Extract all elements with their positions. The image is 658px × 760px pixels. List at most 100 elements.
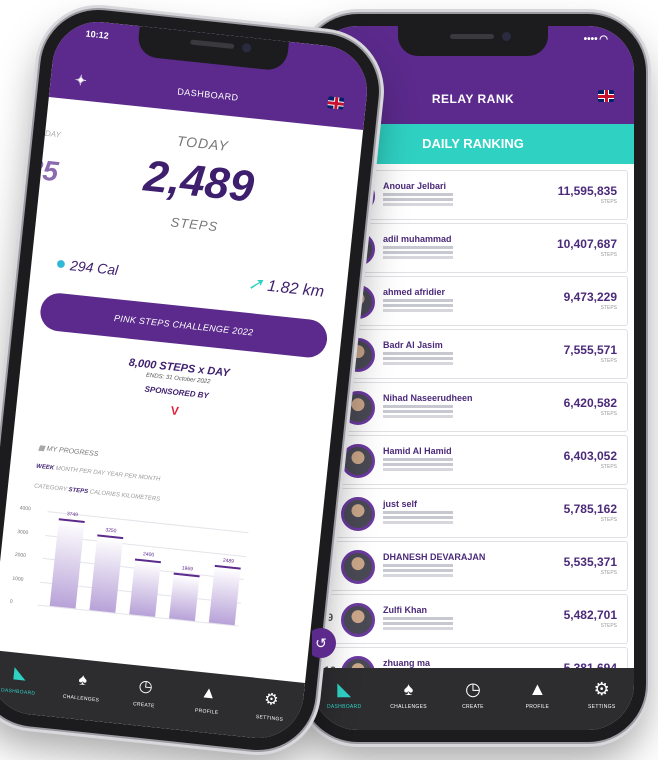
steps-unit: STEPS xyxy=(600,464,617,470)
tab-create[interactable]: ◷ CREATE xyxy=(446,678,500,710)
tab-label: CREATE xyxy=(132,701,155,710)
page-title: DASHBOARD xyxy=(176,86,240,103)
participant-steps: 5,785,162 xyxy=(563,502,617,516)
flame-icon: ● xyxy=(54,252,68,274)
participant-meta xyxy=(383,511,453,514)
tab-label: CREATE xyxy=(462,704,484,710)
share-icon: ↺ xyxy=(315,635,327,651)
tab-label: DASHBOARD xyxy=(0,687,36,697)
tab-label: DASHBOARD xyxy=(327,704,362,710)
avatar[interactable] xyxy=(341,444,375,478)
steps-unit: STEPS xyxy=(600,517,617,523)
list-item[interactable]: 8 DHANESH DEVARAJAN 5,535,371 STEPS xyxy=(318,541,628,591)
gear-icon: ⚙ xyxy=(593,679,610,699)
shoe-icon: ◣ xyxy=(337,679,352,699)
user-icon: ▲ xyxy=(199,684,218,703)
distance-unit: km xyxy=(301,281,325,301)
category-options[interactable]: CALORIES KILOMETERS xyxy=(89,489,160,502)
participant-steps: 6,420,582 xyxy=(563,396,617,410)
steps-unit: STEPS xyxy=(600,623,617,629)
participant-name: DHANESH DEVARAJAN xyxy=(383,552,486,562)
sponsor-logo: V xyxy=(170,403,180,419)
tab-profile[interactable]: ▲ PROFILE xyxy=(182,681,233,736)
tab-dashboard[interactable]: ◣ DASHBOARD xyxy=(317,678,371,710)
list-item[interactable]: 7just self5,785,162STEPS xyxy=(318,488,628,538)
tab-label: SETTINGS xyxy=(255,713,284,723)
tab-settings[interactable]: ⚙ SETTINGS xyxy=(575,678,629,710)
y-tick-label: 2000 xyxy=(14,551,27,560)
participant-name: Zulfi Khan xyxy=(383,605,427,615)
trophy-icon: ♠ xyxy=(77,671,88,690)
bottom-tab-bar: ◣ DASHBOARD ♠ CHALLENGES ◷ CREATE ▲ PROFILE ⚙ SET… xyxy=(312,668,634,730)
gear-icon: ⚙ xyxy=(263,690,280,710)
calories-stat: ● 294 Cal xyxy=(54,253,119,280)
participant-meta xyxy=(383,246,453,249)
tab-label: CHALLENGES xyxy=(62,693,100,704)
category-selector[interactable]: CATEGORY STEPS CALORIES KILOMETERS xyxy=(34,484,161,503)
tab-label: PROFILE xyxy=(194,707,219,717)
period-week[interactable]: WEEK xyxy=(36,464,55,472)
tab-settings[interactable]: ⚙ SETTINGS xyxy=(244,687,295,742)
participant-steps: 10,407,687 xyxy=(556,237,617,251)
calories-value: 294 xyxy=(69,257,95,276)
participant-steps: 5,482,701 xyxy=(563,608,617,622)
challenge-button[interactable]: PINK STEPS CHALLENGE 2022 xyxy=(38,291,329,360)
participant-meta xyxy=(383,299,453,302)
runner-icon: ➚ xyxy=(247,272,265,295)
participant-name: adil muhammad xyxy=(383,234,452,244)
list-item[interactable]: 6Hamid Al Hamid6,403,052STEPS xyxy=(318,435,628,485)
list-item[interactable]: 9 Zulfi Khan 5,482,701 STEPS xyxy=(318,594,628,644)
steps-unit: STEPS xyxy=(600,570,617,576)
progress-chart: 4000 3000 2000 1000 0 3749 3250 2400 1969 2489 xyxy=(9,502,249,635)
period-selector[interactable]: WEEK MONTH PER DAY YEAR PER MONTH xyxy=(36,464,161,483)
calories-unit: Cal xyxy=(96,259,120,279)
steps-unit: STEPS xyxy=(600,199,617,205)
bottom-tab-bar: ◣ DASHBOARD ♠ CHALLENGES ◷ CREATE ▲ PROFILE ⚙ SET… xyxy=(0,649,306,743)
list-item[interactable]: Nihad Naseerudheen 6,420,582 STEPS xyxy=(318,382,628,432)
category-steps[interactable]: STEPS xyxy=(68,487,88,495)
status-icons: •••• ◠ xyxy=(583,34,608,45)
steps-unit: STEPS xyxy=(600,358,617,364)
category-prefix: CATEGORY xyxy=(33,483,68,493)
trophy-icon: ♠ xyxy=(403,679,414,699)
participant-meta xyxy=(383,617,453,620)
tab-create[interactable]: ◷ CREATE xyxy=(119,674,170,729)
chart-bar[interactable] xyxy=(208,564,241,626)
participant-meta xyxy=(383,458,453,461)
list-item[interactable]: ahmed afridier 9,473,229 STEPS xyxy=(318,276,628,326)
tab-profile[interactable]: ▲ PROFILE xyxy=(510,678,564,710)
tab-label: CHALLENGES xyxy=(390,704,427,710)
tab-dashboard[interactable]: ◣ DASHBOARD xyxy=(0,661,44,716)
participant-name: Hamid Al Hamid xyxy=(383,446,452,456)
participant-name: Badr Al Jasim xyxy=(383,340,443,350)
y-tick-label: 1000 xyxy=(12,575,24,583)
chart-bar[interactable] xyxy=(89,534,124,613)
uk-flag-icon[interactable] xyxy=(598,90,614,102)
participant-name: zhuang ma xyxy=(383,658,431,668)
participant-steps: 9,473,229 xyxy=(563,290,617,304)
avatar[interactable] xyxy=(341,603,375,637)
participant-steps: 5,535,371 xyxy=(563,555,617,569)
y-tick-label: 3000 xyxy=(16,528,29,536)
chart-bar[interactable] xyxy=(129,558,162,617)
avatar[interactable] xyxy=(341,550,375,584)
period-options[interactable]: MONTH PER DAY YEAR PER MONTH xyxy=(55,466,160,483)
notch xyxy=(398,26,548,56)
participant-meta xyxy=(383,352,453,355)
chart-bar[interactable] xyxy=(49,518,85,609)
y-tick-label: 4000 xyxy=(19,505,32,513)
steps-unit: STEPS xyxy=(600,252,617,258)
participant-meta xyxy=(383,564,453,567)
progress-title: ▦ MY PROGRESS xyxy=(37,444,99,459)
participant-name: Nihad Naseerudheen xyxy=(383,393,473,403)
list-item[interactable]: Badr Al Jasim 7,555,571 STEPS xyxy=(318,329,628,379)
chart-bar[interactable] xyxy=(169,572,200,622)
uk-flag-icon[interactable] xyxy=(327,96,345,110)
tab-challenges[interactable]: ♠ CHALLENGES xyxy=(382,678,436,710)
avatar[interactable] xyxy=(341,497,375,531)
stopwatch-icon: ◷ xyxy=(465,679,481,699)
tab-challenges[interactable]: ♠ CHALLENGES xyxy=(56,667,107,722)
participant-name: just self xyxy=(383,499,418,509)
participant-name: ahmed afridier xyxy=(383,287,446,297)
steps-unit: STEPS xyxy=(600,305,617,311)
